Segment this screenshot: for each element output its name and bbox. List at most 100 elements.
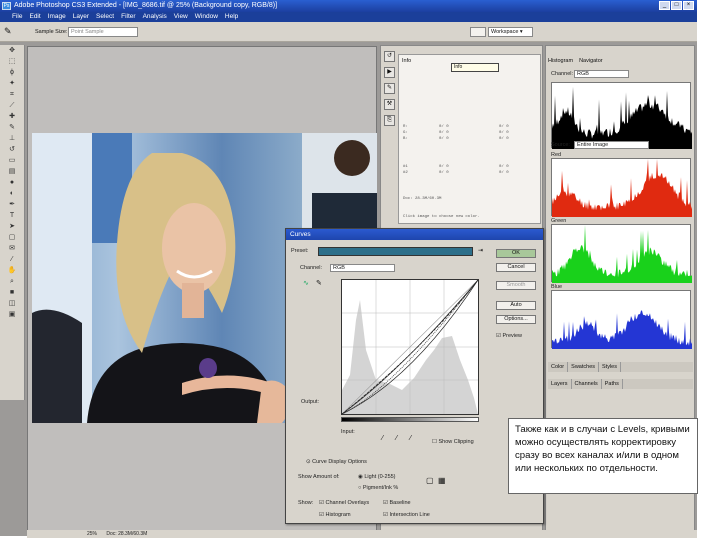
eraser-tool-icon[interactable]: ▭ bbox=[8, 156, 17, 165]
menu-item-edit[interactable]: Edit bbox=[29, 12, 40, 22]
show-clipping-checkbox[interactable]: ☐ Show Clipping bbox=[432, 439, 474, 445]
info-readout: Info Info R: G: B: 0/ 0 0/ 0 0/ 0 0/ 0 0/ 0 0/… bbox=[398, 54, 541, 224]
preset-options-icon[interactable]: ⇥ bbox=[478, 247, 483, 254]
tab-swatches[interactable]: Swatches bbox=[568, 362, 600, 372]
menu-item-image[interactable]: Image bbox=[48, 12, 66, 22]
title-bar: Ps Adobe Photoshop CS3 Extended - [IMG_8… bbox=[0, 0, 697, 12]
menu-item-help[interactable]: Help bbox=[225, 12, 238, 22]
screen-mode-icon[interactable]: ▣ bbox=[8, 310, 17, 319]
close-icon[interactable]: × bbox=[683, 1, 694, 10]
preview-checkbox[interactable]: ☑ Preview bbox=[496, 333, 522, 339]
channel-dropdown[interactable]: RGB bbox=[330, 264, 395, 272]
gradient-tool-icon[interactable]: ▤ bbox=[8, 167, 17, 176]
maximize-icon[interactable]: □ bbox=[671, 1, 682, 10]
history-icon[interactable]: ↺ bbox=[384, 51, 395, 62]
preset-dropdown[interactable] bbox=[318, 247, 473, 256]
pen-tool-icon[interactable]: ✒ bbox=[8, 200, 17, 209]
input-label: Input: bbox=[341, 429, 355, 435]
tool-presets-icon[interactable]: ⚒ bbox=[384, 99, 395, 110]
history-brush-tool-icon[interactable]: ↺ bbox=[8, 145, 17, 154]
brush-tool-icon[interactable]: ✎ bbox=[8, 123, 17, 132]
hand-tool-icon[interactable]: ✋ bbox=[8, 266, 17, 275]
crop-tool-icon[interactable]: ⌗ bbox=[8, 90, 17, 99]
menu-item-view[interactable]: View bbox=[174, 12, 188, 22]
histogram-checkbox[interactable]: ☑ Histogram bbox=[319, 512, 351, 518]
light-radio[interactable]: ◉ Light (0-255) bbox=[358, 474, 396, 480]
dodge-tool-icon[interactable]: ◐ bbox=[8, 189, 17, 198]
eyedropper-gray-icon[interactable]: ⁄ bbox=[396, 435, 397, 442]
tab-navigator[interactable]: Navigator bbox=[579, 58, 603, 68]
options-bar: ✎ Sample Size: Point Sample Workspace ▾ bbox=[0, 22, 697, 42]
toolbox: ✥ ⬚ ϕ ✦ ⌗ ⟋ ✚ ✎ ⊥ ↺ ▭ ▤ ● ◐ ✒ T ➤ ▢ ✉ ⁄ ✋ ⌕ ■ ◫ ▣ bbox=[0, 45, 25, 400]
eyedropper-white-icon[interactable]: ⁄ bbox=[410, 435, 411, 442]
options-button[interactable]: Options... bbox=[496, 315, 536, 324]
stamp-tool-icon[interactable]: ⊥ bbox=[8, 134, 17, 143]
foreground-color-icon[interactable]: ■ bbox=[8, 288, 17, 297]
menu-item-filter[interactable]: Filter bbox=[121, 12, 135, 22]
path-select-tool-icon[interactable]: ➤ bbox=[8, 222, 17, 231]
magic-wand-tool-icon[interactable]: ✦ bbox=[8, 79, 17, 88]
grid-large-icon[interactable]: ▦ bbox=[438, 476, 446, 485]
slice-tool-icon[interactable]: ⟋ bbox=[8, 101, 17, 110]
eyedropper-black-icon[interactable]: ⁄ bbox=[382, 435, 383, 442]
svg-text:0/ 0: 0/ 0 bbox=[499, 164, 509, 169]
pencil-tool-icon[interactable]: ✎ bbox=[316, 279, 322, 287]
actions-icon[interactable]: ▶ bbox=[384, 67, 395, 78]
auto-button[interactable]: Auto bbox=[496, 301, 536, 310]
info-readout-values: R:G:B: 0/ 00/ 00/ 0 0/ 00/ 00/ 0 #1#2 0/… bbox=[403, 124, 509, 219]
tab-styles[interactable]: Styles bbox=[599, 362, 621, 372]
source-select[interactable]: Entire Image bbox=[574, 141, 649, 149]
grid-small-icon[interactable]: ▢ bbox=[426, 476, 434, 485]
cancel-button[interactable]: Cancel bbox=[496, 263, 536, 272]
clone-source-icon[interactable]: ⎘ bbox=[384, 115, 395, 126]
tab-color[interactable]: Color bbox=[548, 362, 569, 372]
eyedropper-tool-icon[interactable]: ⁄ bbox=[8, 255, 17, 264]
pigment-radio[interactable]: ○ Pigment/Ink % bbox=[358, 485, 398, 491]
menu-item-select[interactable]: Select bbox=[96, 12, 114, 22]
minimize-icon[interactable]: _ bbox=[659, 1, 670, 10]
notes-tool-icon[interactable]: ✉ bbox=[8, 244, 17, 253]
healing-tool-icon[interactable]: ✚ bbox=[8, 112, 17, 121]
curve-display-options-toggle[interactable]: ⊙ Curve Display Options bbox=[306, 459, 367, 465]
zoom-tool-icon[interactable]: ⌕ bbox=[8, 277, 17, 286]
smooth-button[interactable]: Smooth bbox=[496, 281, 536, 290]
quick-mask-icon[interactable]: ◫ bbox=[8, 299, 17, 308]
workspace-dropdown[interactable]: Workspace ▾ bbox=[488, 27, 533, 37]
menu-item-layer[interactable]: Layer bbox=[73, 12, 89, 22]
palette-well-icon[interactable] bbox=[470, 27, 486, 37]
menu-item-window[interactable]: Window bbox=[195, 12, 218, 22]
blur-tool-icon[interactable]: ● bbox=[8, 178, 17, 187]
intersection-line-checkbox[interactable]: ☑ Intersection Line bbox=[383, 512, 430, 518]
channel-select[interactable]: RGB bbox=[574, 70, 629, 78]
menu-item-file[interactable]: File bbox=[12, 12, 22, 22]
curves-dialog: Curves Preset: ⇥ Channel: RGB ∿ ✎ Output… bbox=[285, 228, 544, 524]
move-tool-icon[interactable]: ✥ bbox=[8, 46, 17, 55]
tab-histogram[interactable]: Histogram bbox=[548, 58, 573, 68]
brushes-icon[interactable]: ✎ bbox=[384, 83, 395, 94]
marquee-tool-icon[interactable]: ⬚ bbox=[8, 57, 17, 66]
ok-button[interactable]: OK bbox=[496, 249, 536, 258]
info-tab[interactable]: Info bbox=[402, 58, 411, 64]
color-panel-tabs: Color Swatches Styles bbox=[548, 362, 693, 372]
type-tool-icon[interactable]: T bbox=[8, 211, 17, 220]
zoom-level[interactable]: 25% bbox=[87, 531, 97, 537]
tab-layers[interactable]: Layers bbox=[548, 379, 572, 389]
menu-item-analysis[interactable]: Analysis bbox=[143, 12, 167, 22]
sample-size-dropdown[interactable]: Point Sample bbox=[68, 27, 138, 37]
histogram-blue bbox=[551, 290, 692, 349]
menu-bar: File Edit Image Layer Select Filter Analysis Vi… bbox=[0, 12, 697, 22]
tab-channels[interactable]: Channels bbox=[572, 379, 602, 389]
svg-text:0/ 0: 0/ 0 bbox=[499, 136, 509, 141]
lasso-tool-icon[interactable]: ϕ bbox=[8, 68, 17, 77]
shape-tool-icon[interactable]: ▢ bbox=[8, 233, 17, 242]
svg-text:#2: #2 bbox=[403, 171, 408, 175]
channel-overlays-checkbox[interactable]: ☑ Channel Overlays bbox=[319, 500, 369, 506]
histogram-tabs: Histogram Navigator bbox=[548, 58, 603, 68]
explanation-note: Также как и в случаи с Levels, кривыми м… bbox=[508, 418, 698, 494]
curves-graph[interactable] bbox=[341, 279, 479, 415]
channel-label: Channel: bbox=[551, 71, 574, 77]
baseline-checkbox[interactable]: ☑ Baseline bbox=[383, 500, 411, 506]
eyedropper-tool-icon[interactable]: ✎ bbox=[4, 26, 12, 37]
curve-point-tool-icon[interactable]: ∿ bbox=[303, 279, 309, 287]
tab-paths[interactable]: Paths bbox=[602, 379, 623, 389]
